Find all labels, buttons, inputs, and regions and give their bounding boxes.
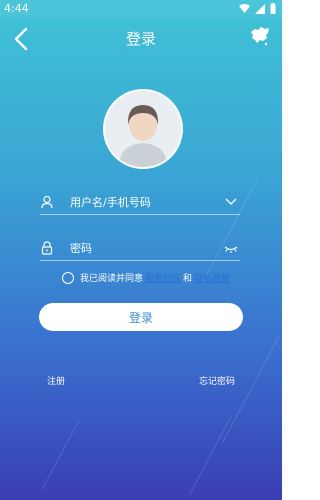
avatar <box>103 89 183 169</box>
battery-icon <box>270 3 276 14</box>
user-icon <box>41 195 53 209</box>
service-agreement-link[interactable]: 服务协议 <box>145 271 181 284</box>
username-placeholder: 用户名/手机号码 <box>70 196 151 209</box>
password-field[interactable]: 密码 <box>40 238 240 261</box>
background-streak <box>221 336 280 444</box>
signal-icon <box>255 3 265 14</box>
status-bar: 4:44 <box>0 0 282 18</box>
forgot-password-link[interactable]: 忘记密码 <box>199 374 235 387</box>
status-time: 4:44 <box>4 2 29 15</box>
default-avatar-icon <box>105 91 181 167</box>
agreement-text: 我已阅读并同意 <box>80 274 144 284</box>
login-screen: 4:44 登录 用户名/手机号码 密码 我已阅读并同意 服务协议 和 隐私政策 … <box>0 0 282 500</box>
wifi-icon <box>239 4 250 13</box>
login-button-label: 登录 <box>128 310 153 325</box>
background-streak <box>188 415 233 495</box>
password-placeholder: 密码 <box>70 242 92 255</box>
page-title: 登录 <box>125 30 156 48</box>
status-icons <box>239 3 276 14</box>
chevron-down-icon[interactable] <box>224 196 238 208</box>
privacy-policy-link[interactable]: 隐私政策 <box>194 271 230 284</box>
eye-closed-icon[interactable] <box>224 242 238 254</box>
header: 登录 <box>0 18 282 62</box>
register-link[interactable]: 注册 <box>47 374 65 387</box>
china-map-icon[interactable] <box>248 24 272 48</box>
background-streak <box>41 419 80 491</box>
agreement-radio[interactable] <box>62 271 74 284</box>
agreement-and-text: 和 <box>183 274 193 284</box>
agreement-row: 我已阅读并同意 服务协议 和 隐私政策 <box>62 271 232 284</box>
username-field[interactable]: 用户名/手机号码 <box>40 192 240 215</box>
lock-icon <box>41 241 53 255</box>
login-button[interactable]: 登录 <box>39 303 243 331</box>
